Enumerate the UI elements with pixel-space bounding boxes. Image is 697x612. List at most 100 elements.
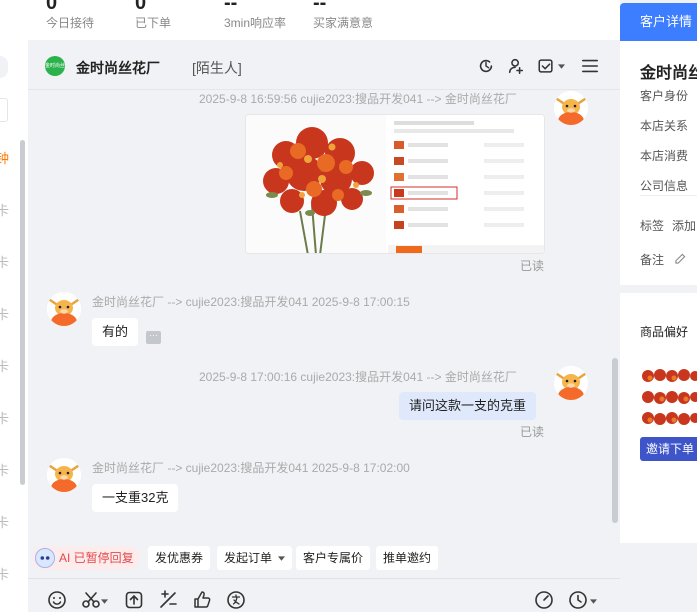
message-bubble[interactable]: 请问这款一支的克重 bbox=[399, 392, 537, 420]
message-text: 有的 bbox=[102, 324, 129, 339]
list-item[interactable]: 卡 bbox=[0, 200, 9, 219]
chat-pane: 金时尚丝花厂 金时尚丝花厂 [陌生人] 2025-9-8 16:59:56 cu… bbox=[28, 40, 620, 612]
company-info-label: 公司信息 bbox=[640, 179, 689, 193]
list-item[interactable]: 钟 bbox=[0, 148, 9, 167]
message-bubble[interactable]: 有的 bbox=[92, 318, 139, 346]
read-status: 已读 bbox=[520, 259, 545, 273]
list-search-box[interactable] bbox=[0, 98, 8, 122]
preference-title: 商品偏好 bbox=[640, 325, 689, 339]
message-meta: 2025-9-8 16:59:56 cujie2023:搜品开发041 --> … bbox=[199, 92, 517, 106]
list-item[interactable]: 卡 bbox=[0, 356, 9, 375]
more-options-label: ··· bbox=[149, 330, 158, 340]
tags-label: 标签 bbox=[640, 219, 665, 233]
stat-value: -- bbox=[224, 0, 238, 14]
quick-phrase-icon[interactable] bbox=[158, 590, 178, 610]
shop-logo: 金时尚丝花厂 bbox=[45, 56, 65, 76]
list-item[interactable]: 卡 bbox=[0, 252, 9, 271]
user-add-icon[interactable] bbox=[507, 57, 525, 75]
exclusive-price-label: 客户专属价 bbox=[303, 551, 364, 565]
preferred-product-image[interactable] bbox=[640, 368, 697, 430]
product-image[interactable] bbox=[245, 114, 545, 254]
quick-actions: AI 已暂停回复 发优惠券 发起订单 客户专属价 推单邀约 bbox=[28, 543, 620, 573]
divider bbox=[640, 195, 697, 196]
stat-value: 0 bbox=[135, 0, 147, 14]
add-tag-link[interactable]: 添加 bbox=[672, 217, 696, 234]
order-invite-label: 推单邀约 bbox=[383, 551, 432, 565]
create-order-label: 发起订单 bbox=[224, 551, 273, 565]
chevron-down-icon[interactable] bbox=[101, 599, 108, 604]
thumbs-up-icon[interactable] bbox=[192, 590, 212, 610]
menu-icon[interactable] bbox=[581, 57, 599, 75]
stranger-tag: [陌生人] bbox=[192, 60, 242, 76]
customer-name: 金时尚丝 bbox=[640, 65, 697, 82]
tab-customer-details[interactable]: 客户详情 bbox=[620, 3, 697, 41]
list-avatar[interactable] bbox=[0, 56, 8, 78]
ai-paused-label: AI 已暂停回复 bbox=[59, 551, 134, 565]
message-list: 2025-9-8 16:59:56 cujie2023:搜品开发041 --> … bbox=[28, 90, 620, 540]
customer-avatar bbox=[47, 292, 81, 326]
list-item[interactable]: 卡 bbox=[0, 408, 9, 427]
shop-name[interactable]: 金时尚丝花厂 bbox=[76, 58, 160, 78]
stat-value: 0 bbox=[46, 0, 58, 14]
history-icon[interactable] bbox=[568, 590, 588, 610]
message-meta: 2025-9-8 17:00:16 cujie2023:搜品开发041 --> … bbox=[199, 370, 517, 384]
chevron-down-icon[interactable] bbox=[278, 556, 286, 562]
list-item[interactable]: 卡 bbox=[0, 304, 9, 323]
task-check-icon[interactable] bbox=[537, 57, 555, 75]
stat-label: 3min响应率 bbox=[224, 16, 287, 30]
read-status: 已读 bbox=[520, 425, 545, 439]
tab-label: 客户详情 bbox=[640, 14, 693, 29]
send-coupon-label: 发优惠券 bbox=[155, 551, 204, 565]
customer-identity-label: 客户身份 bbox=[640, 89, 689, 103]
message-meta: 金时尚丝花厂 --> cujie2023:搜品开发041 2025-9-8 17… bbox=[92, 461, 410, 475]
order-invite-button[interactable]: 推单邀约 bbox=[376, 546, 439, 570]
stat-value: -- bbox=[313, 0, 327, 14]
stat-label: 已下单 bbox=[135, 16, 172, 30]
chat-header: 金时尚丝花厂 金时尚丝花厂 [陌生人] bbox=[28, 40, 620, 90]
ai-robot-icon bbox=[35, 548, 55, 568]
chat-scrollbar[interactable] bbox=[612, 358, 618, 523]
input-toolbar bbox=[28, 578, 620, 612]
upload-icon[interactable] bbox=[124, 590, 144, 610]
stat-label: 买家满意意 bbox=[313, 16, 374, 30]
more-options-button[interactable]: ··· bbox=[146, 331, 161, 344]
create-order-button[interactable]: 发起订单 bbox=[217, 546, 293, 570]
edit-icon[interactable] bbox=[675, 253, 686, 264]
note-label: 备注 bbox=[640, 253, 665, 267]
message-text: 请问这款一支的克重 bbox=[409, 398, 527, 413]
shop-logo-text: 金时尚丝花厂 bbox=[45, 63, 65, 69]
chevron-down-icon[interactable] bbox=[558, 64, 565, 69]
customer-info-card: 金时尚丝 客户身份 本店关系 本店消费 公司信息 标签 添加 备注 bbox=[620, 41, 697, 285]
ai-paused-button[interactable]: AI 已暂停回复 bbox=[32, 546, 140, 570]
store-consumption-label: 本店消费 bbox=[640, 149, 689, 163]
message-meta: 金时尚丝花厂 --> cujie2023:搜品开发041 2025-9-8 17… bbox=[92, 295, 410, 309]
stats-bar: 0 今日接待 0 已下单 -- 3min响应率 -- 买家满意意 bbox=[0, 0, 620, 40]
conversation-list: 钟 卡 卡 卡 卡 卡 卡 卡 卡 bbox=[0, 40, 28, 612]
list-item[interactable]: 卡 bbox=[0, 512, 9, 531]
agent-avatar bbox=[554, 366, 588, 400]
list-scrollbar[interactable] bbox=[20, 140, 25, 485]
cow-avatar-icon bbox=[47, 292, 81, 326]
refresh-icon[interactable] bbox=[477, 57, 495, 75]
chevron-down-icon[interactable] bbox=[590, 599, 597, 604]
invite-order-label: 邀请下单 bbox=[646, 442, 695, 456]
list-item[interactable]: 卡 bbox=[0, 564, 9, 583]
store-relation-label: 本店关系 bbox=[640, 119, 689, 133]
customer-avatar bbox=[47, 458, 81, 492]
speed-icon[interactable] bbox=[534, 590, 554, 610]
customer-panel: 客户详情 金时尚丝 客户身份 本店关系 本店消费 公司信息 标签 添加 备注 商… bbox=[620, 0, 697, 612]
invite-order-button[interactable]: 邀请下单 bbox=[640, 437, 697, 461]
translate-icon[interactable] bbox=[226, 590, 246, 610]
product-preference-card: 商品偏好 邀请下单 bbox=[620, 293, 697, 543]
list-item[interactable]: 卡 bbox=[0, 460, 9, 479]
message-text: 一支重32克 bbox=[102, 490, 169, 505]
agent-avatar bbox=[554, 91, 588, 125]
send-coupon-button[interactable]: 发优惠券 bbox=[148, 546, 211, 570]
scissors-icon[interactable] bbox=[81, 590, 101, 610]
cow-avatar-icon bbox=[554, 366, 588, 400]
message-bubble[interactable]: 一支重32克 bbox=[92, 484, 179, 512]
cow-avatar-icon bbox=[554, 91, 588, 125]
emoji-icon[interactable] bbox=[47, 590, 67, 610]
flower-screenshot-image bbox=[246, 115, 544, 253]
exclusive-price-button[interactable]: 客户专属价 bbox=[296, 546, 371, 570]
